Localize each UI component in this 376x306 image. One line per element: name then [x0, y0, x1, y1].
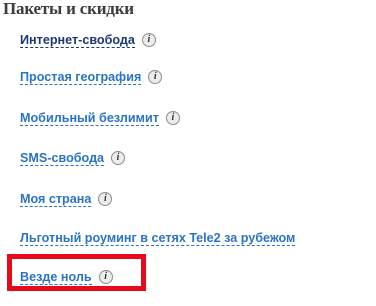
info-icon[interactable]: i [98, 192, 113, 206]
package-item-vezde-nol: Везде ноль i [20, 267, 113, 287]
package-link-vezde-nol[interactable]: Везде ноль [20, 270, 92, 285]
package-item-sms-svoboda: SMS-свобода i [20, 148, 126, 168]
info-icon[interactable]: i [148, 70, 163, 84]
info-icon[interactable]: i [165, 111, 180, 125]
package-link-lgotnyi-rouming[interactable]: Льготный роуминг в сетях Tele2 за рубежо… [20, 231, 296, 246]
info-icon[interactable]: i [141, 33, 156, 47]
package-item-prostaya-geografiya: Простая география i [20, 67, 163, 87]
info-icon[interactable]: i [111, 151, 126, 165]
package-link-moya-strana[interactable]: Моя страна [20, 192, 92, 207]
package-item-internet-svoboda: Интернет-свобода i [20, 30, 156, 50]
package-link-sms-svoboda[interactable]: SMS-свобода [20, 151, 105, 166]
info-icon[interactable]: i [98, 270, 113, 284]
section-title: Пакеты и скидки [3, 0, 134, 18]
package-item-moya-strana: Моя страна i [20, 189, 113, 209]
package-link-mobilnyi-bezlimit[interactable]: Мобильный безлимит [20, 111, 159, 126]
package-link-prostaya-geografiya[interactable]: Простая география [20, 70, 142, 85]
package-item-lgotnyi-rouming: Льготный роуминг в сетях Tele2 за рубежо… [20, 228, 296, 248]
package-link-internet-svoboda[interactable]: Интернет-свобода [20, 33, 135, 48]
package-item-mobilnyi-bezlimit: Мобильный безлимит i [20, 108, 180, 128]
